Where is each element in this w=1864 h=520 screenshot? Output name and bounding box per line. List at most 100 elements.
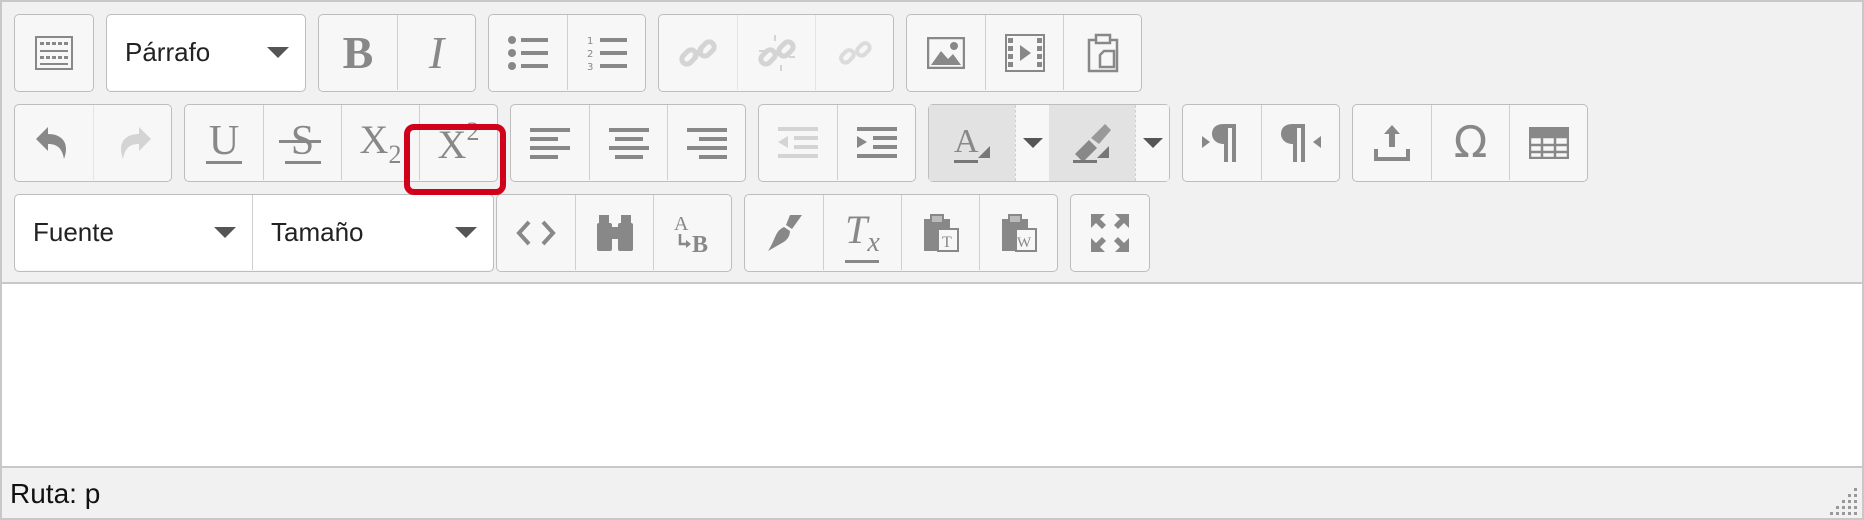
undo-button[interactable] [15,105,93,180]
paste-text-letter: T [942,234,952,251]
spell-letter-b: B [692,232,708,254]
paste-text-icon: T [923,213,959,252]
numbered-list-icon: 1 2 3 [587,36,627,72]
background-color-dropdown[interactable] [1135,105,1169,181]
toolbar-group-toggle [14,14,94,92]
toolbar-group-clean: Tx T W [744,194,1058,272]
upload-button[interactable] [1353,105,1431,180]
italic-button[interactable]: I [397,15,475,90]
align-right-button[interactable] [667,105,745,180]
link-button[interactable] [659,15,737,90]
text-color-icon: A [954,123,990,163]
rtl-button[interactable] [1261,105,1339,180]
chevron-down-icon [214,227,236,238]
chevron-down-icon [267,47,289,58]
underline-icon: U [206,120,242,164]
highlighter-icon [1073,124,1111,163]
toolbar-row-2: U S X2 X2 A Ω [14,104,1600,184]
superscript-index: 2 [466,117,480,146]
toolbar-group-insert-media [906,14,1142,92]
paste-text-button[interactable]: T [901,195,979,270]
source-code-button[interactable] [497,195,575,270]
anchor-button[interactable] [815,15,893,90]
italic-icon: I [428,27,445,78]
toolbar-toggle-icon [35,35,73,70]
superscript-icon: X2 [438,117,480,168]
toolbar-group-links [658,14,894,92]
increase-indent-button[interactable] [837,105,915,180]
clear-format-icon: Tx [845,206,880,263]
toolbar-group-lists: 1 2 3 [488,14,646,92]
bullet-list-icon [508,35,548,70]
brush-icon [768,214,802,251]
remove-format-button[interactable]: Tx [823,195,901,270]
editor-content-area[interactable] [2,286,1862,466]
background-color-button[interactable] [1049,105,1135,181]
fullscreen-icon [1091,213,1129,252]
redo-button[interactable] [93,105,171,180]
text-color-dropdown[interactable] [1015,105,1049,181]
align-center-button[interactable] [589,105,667,180]
bulleted-list-button[interactable] [489,15,567,90]
svg-text:1: 1 [587,36,593,47]
image-icon [927,36,965,69]
resize-handle-icon[interactable] [1826,482,1860,516]
toolbar-group-indent [758,104,916,182]
omega-icon: Ω [1453,117,1488,168]
redo-icon [120,126,151,159]
paragraph-rtl-icon [1280,123,1321,162]
clear-format-sub: x [867,227,880,258]
superscript-button[interactable]: X2 [419,105,497,180]
font-select[interactable]: Fuente [15,195,253,270]
element-path: Ruta: p [10,478,101,509]
bold-icon: B [342,27,374,78]
editor-toolbar: Párrafo B I 1 2 3 U S X2 X2 A Ω Fuente T… [2,2,1862,284]
find-button[interactable] [575,195,653,270]
toolbar-group-insert: Ω [1352,104,1588,182]
size-select[interactable]: Tamaño [253,195,493,270]
align-center-icon [608,127,649,159]
text-color-button[interactable]: A [929,105,1015,181]
insert-media-button[interactable] [985,15,1063,90]
special-character-button[interactable]: Ω [1431,105,1509,180]
link-icon [679,38,717,67]
unlink-button[interactable] [737,15,815,90]
align-left-button[interactable] [511,105,589,180]
text-color-split-button: A [929,105,1049,181]
manage-files-button[interactable] [1063,15,1141,90]
underline-button[interactable]: U [185,105,263,180]
size-select-value: Tamaño [271,217,364,247]
insert-image-button[interactable] [907,15,985,90]
toolbar-group-alignment [510,104,746,182]
ltr-button[interactable] [1183,105,1261,180]
numbered-list-button[interactable]: 1 2 3 [567,15,645,90]
paste-word-button[interactable]: W [979,195,1057,270]
decrease-indent-button[interactable] [759,105,837,180]
table-button[interactable] [1509,105,1587,180]
unlink-icon [757,34,796,71]
subscript-index: 2 [388,139,402,169]
paste-word-letter: W [1017,235,1032,251]
toolbar-group-tools: A B [496,194,732,272]
outdent-icon [778,126,818,158]
subscript-button[interactable]: X2 [341,105,419,180]
undo-icon [36,126,67,159]
clear-format-underline [845,260,880,263]
accessibility-checker-button[interactable] [745,195,823,270]
toolbar-toggle-button[interactable] [15,15,93,90]
strikethrough-button[interactable]: S [263,105,341,180]
subscript-icon: X2 [360,116,402,170]
format-select[interactable]: Párrafo [107,15,305,90]
toolbar-group-text-style: B I [318,14,476,92]
paragraph-ltr-icon [1202,123,1236,162]
fullscreen-button[interactable] [1071,195,1149,270]
format-select-value: Párrafo [125,37,211,67]
upload-icon [1374,124,1410,161]
chevron-down-icon [1142,138,1163,148]
replace-button[interactable]: A B [653,195,731,270]
bold-button[interactable]: B [319,15,397,90]
editor-statusbar: Ruta: p [2,466,1862,518]
toolbar-group-font-effects: U S X2 X2 [184,104,498,182]
toolbar-group-fullscreen [1070,194,1150,272]
table-icon [1528,126,1569,159]
